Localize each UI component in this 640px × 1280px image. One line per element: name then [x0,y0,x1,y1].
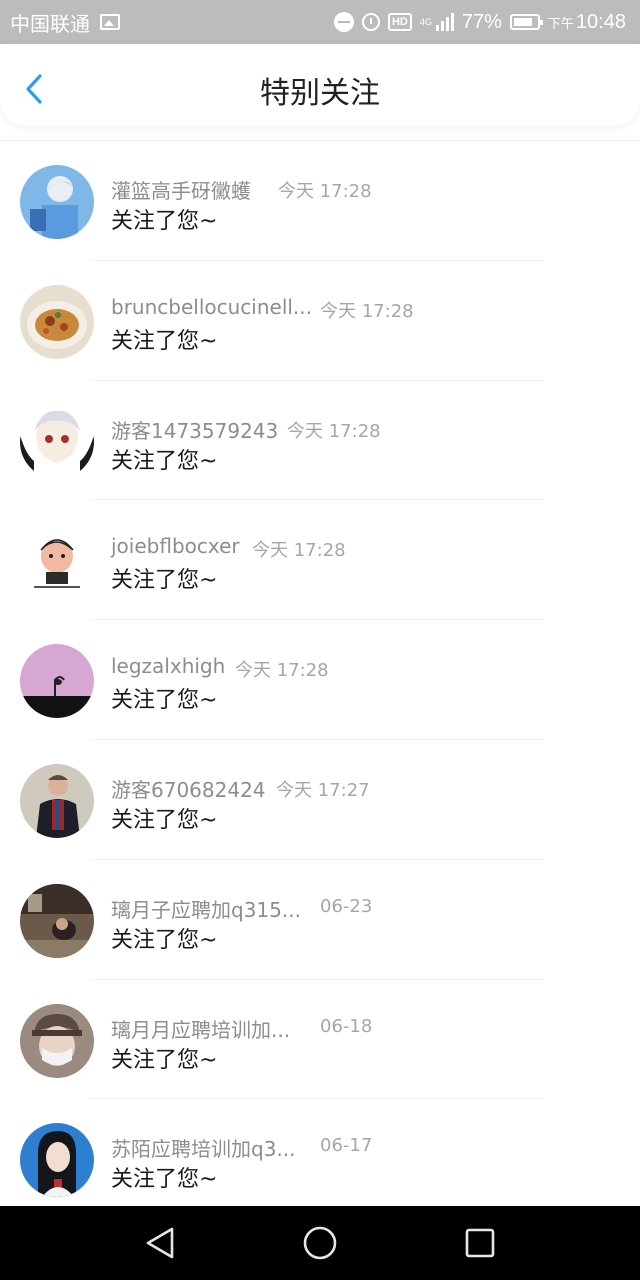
image-notification-icon [100,14,120,30]
page-title: 特别关注 [260,76,380,111]
triangle-back-icon [146,1227,174,1259]
do-not-disturb-icon [333,12,354,32]
avatar[interactable] [20,883,94,958]
follow-message: 关注了您~ [111,568,218,594]
avatar[interactable] [20,763,94,838]
list-item[interactable]: joiebflbocxer 今天 17:28 关注了您~ [0,500,640,621]
nav-back-button[interactable] [140,1223,180,1263]
nav-recents-button[interactable] [460,1223,500,1263]
list-item[interactable]: legzalxhigh 今天 17:28 关注了您~ [0,620,640,740]
follow-message: 关注了您~ [111,1047,218,1073]
user-name[interactable]: 璃月月应聘培训加... [111,1014,290,1043]
square-recents-icon [465,1228,495,1258]
user-name[interactable]: legzalxhigh [111,654,225,678]
timestamp: 06-23 [320,895,373,917]
follow-message: 关注了您~ [111,1167,218,1193]
user-name[interactable]: bruncbellocucinell... [111,295,312,319]
time-prefix: 下午 [547,15,574,31]
status-bar-left: 中国联通 [10,8,120,36]
list-item[interactable]: 灌篮高手砑黴蠖 今天 17:28 关注了您~ [0,141,640,261]
list-item[interactable]: 苏陌应聘培训加q3... 06-17 关注了您~ [0,1099,640,1219]
follow-list: 灌篮高手砑黴蠖 今天 17:28 关注了您~ bruncbellocucinel… [0,141,640,1219]
network-type-label: 4G [419,16,432,27]
avatar[interactable] [20,524,94,599]
avatar[interactable] [20,1123,94,1198]
status-bar: 中国联通 HD 4G 77% 下午 10:48 [0,0,640,44]
avatar[interactable] [20,284,94,359]
follow-message: 关注了您~ [111,209,218,234]
user-name[interactable]: 游客1473579243 [111,415,278,444]
user-name[interactable]: joiebflbocxer [111,534,240,558]
status-time: 10:48 [575,10,626,33]
timestamp: 06-17 [320,1135,373,1157]
timestamp: 06-18 [320,1015,373,1037]
user-name[interactable]: 灌篮高手砑黴蠖 [111,175,251,204]
follow-message: 关注了您~ [111,927,218,953]
nav-home-button[interactable] [300,1223,340,1263]
follow-message: 关注了您~ [111,448,218,474]
timestamp: 今天 17:28 [235,660,329,682]
navigation-bar [0,1206,640,1280]
follow-message: 关注了您~ [111,328,218,354]
user-name[interactable]: 璃月子应聘加q315... [111,894,301,923]
timestamp: 今天 17:27 [276,779,370,801]
avatar[interactable] [20,1003,94,1078]
header: 特别关注 [0,44,640,126]
follow-message: 关注了您~ [111,807,218,833]
list-item[interactable]: bruncbellocucinell... 今天 17:28 关注了您~ [0,261,640,381]
list-item[interactable]: 璃月子应聘加q315... 06-23 关注了您~ [0,860,640,980]
timestamp: 今天 17:28 [278,181,372,202]
user-name[interactable]: 苏陌应聘培训加q3... [111,1133,296,1162]
timestamp: 今天 17:28 [320,300,414,322]
avatar[interactable] [20,404,94,479]
list-item[interactable]: 游客1473579243 今天 17:28 关注了您~ [0,381,640,501]
circle-home-icon [303,1226,337,1260]
timestamp: 今天 17:28 [252,540,346,562]
list-item[interactable]: 游客670682424 今天 17:27 关注了您~ [0,740,640,860]
list-item[interactable]: 璃月月应聘培训加... 06-18 关注了您~ [0,980,640,1100]
avatar[interactable] [20,165,94,239]
user-name[interactable]: 游客670682424 [111,774,266,803]
battery-percent: 77% [461,10,502,33]
alarm-icon [361,13,380,31]
timestamp: 今天 17:28 [287,420,381,442]
battery-icon [509,14,543,30]
status-bar-right: HD 4G 77% 下午 10:48 [333,8,626,36]
carrier-label: 中国联通 [10,13,90,36]
avatar[interactable] [20,644,94,719]
follow-message: 关注了您~ [111,688,218,714]
signal-icon [435,13,454,31]
hd-icon: HD [387,13,412,31]
